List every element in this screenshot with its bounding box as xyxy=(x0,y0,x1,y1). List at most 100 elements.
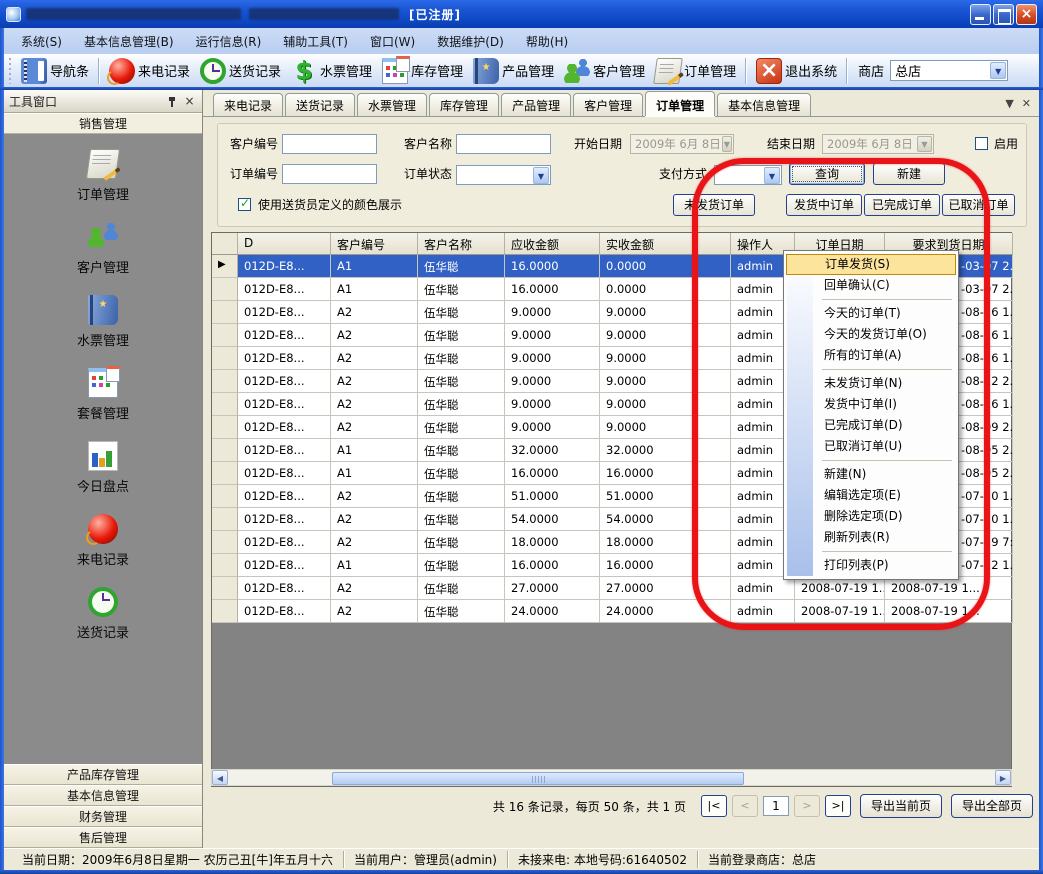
row-selector-cell[interactable] xyxy=(212,508,238,531)
menu-bar-item[interactable]: 系统(S) xyxy=(10,29,73,54)
document-tab[interactable]: 送货记录 xyxy=(285,93,355,116)
sidebar-item[interactable]: 客户管理 xyxy=(77,222,129,276)
row-selector-cell[interactable] xyxy=(212,255,238,278)
document-tab[interactable]: 基本信息管理 xyxy=(717,93,811,116)
tab-close-icon[interactable]: ✕ xyxy=(1022,97,1031,111)
menu-bar-item[interactable]: 辅助工具(T) xyxy=(272,29,359,54)
customer-name-input[interactable] xyxy=(456,134,551,154)
document-tab[interactable]: 水票管理 xyxy=(357,93,427,116)
toolbar-button[interactable]: 来电记录 xyxy=(104,56,195,86)
context-menu-item[interactable]: 发货中订单(I) xyxy=(786,394,956,415)
row-selector-cell[interactable] xyxy=(212,577,238,600)
menu-bar-item[interactable]: 窗口(W) xyxy=(359,29,426,54)
row-selector-cell[interactable] xyxy=(212,324,238,347)
row-selector-cell[interactable] xyxy=(212,600,238,623)
toolbar-button[interactable]: 产品管理 xyxy=(468,56,559,86)
context-menu-item[interactable]: 打印列表(P) xyxy=(786,555,956,576)
menu-bar-item[interactable]: 运行信息(R) xyxy=(185,29,273,54)
toolbar-button[interactable]: 库存管理 xyxy=(377,56,468,86)
table-corner-cell[interactable] xyxy=(212,233,238,255)
document-tab[interactable]: 产品管理 xyxy=(501,93,571,116)
row-selector-cell[interactable] xyxy=(212,393,238,416)
menu-bar-item[interactable]: 数据维护(D) xyxy=(426,29,515,54)
sidebar-group-bar[interactable]: 财务管理 xyxy=(4,806,202,827)
column-header[interactable]: 实收金额 xyxy=(600,233,731,255)
order-code-input[interactable] xyxy=(282,164,377,184)
tab-list-dropdown-icon[interactable]: ▼ xyxy=(1005,97,1013,111)
toolbar-button[interactable]: 水票管理 xyxy=(286,56,377,86)
context-menu-item[interactable] xyxy=(786,548,956,555)
document-tab[interactable]: 订单管理 xyxy=(645,91,715,116)
table-row[interactable]: 012D-E8... A2 伍华聪 24.0000 24.0000 admin … xyxy=(212,600,1011,623)
context-menu-item[interactable]: 刷新列表(R) xyxy=(786,527,956,548)
sidebar-item[interactable]: 订单管理 xyxy=(77,149,129,203)
toolbar-button[interactable]: 客户管理 xyxy=(559,56,650,86)
new-button[interactable]: 新建 xyxy=(873,163,945,185)
column-header[interactable]: 应收金额 xyxy=(505,233,600,255)
menu-bar-item[interactable]: 帮助(H) xyxy=(515,29,579,54)
enable-checkbox[interactable] xyxy=(975,137,988,150)
minimize-icon[interactable] xyxy=(970,4,991,25)
sidebar-item[interactable]: 今日盘点 xyxy=(77,441,129,495)
toolbar-button[interactable] xyxy=(745,58,747,84)
export-all-pages-button[interactable]: 导出全部页 xyxy=(951,794,1033,818)
row-selector-cell[interactable] xyxy=(212,278,238,301)
row-selector-cell[interactable] xyxy=(212,301,238,324)
sidebar-group-bar[interactable]: 售后管理 xyxy=(4,827,202,848)
table-row[interactable]: 012D-E8... A2 伍华聪 27.0000 27.0000 admin … xyxy=(212,577,1011,600)
row-selector-cell[interactable] xyxy=(212,347,238,370)
toolbar-button[interactable]: 订单管理 xyxy=(650,56,741,86)
column-header[interactable]: D xyxy=(238,233,331,255)
query-button[interactable]: 查询 xyxy=(789,163,865,185)
close-icon[interactable]: × xyxy=(1016,4,1037,25)
export-current-page-button[interactable]: 导出当前页 xyxy=(860,794,942,818)
context-menu-item[interactable]: 编辑选定项(E) xyxy=(786,485,956,506)
context-menu-item[interactable] xyxy=(786,457,956,464)
row-selector-cell[interactable] xyxy=(212,462,238,485)
horizontal-scrollbar[interactable]: ◀ ▶ xyxy=(211,769,1012,786)
context-menu-item[interactable]: 今天的发货订单(O) xyxy=(786,324,956,345)
toolbar-button[interactable]: 导航条 xyxy=(16,56,94,86)
row-selector-cell[interactable] xyxy=(212,531,238,554)
document-tab[interactable]: 来电记录 xyxy=(213,93,283,116)
delivery-color-checkbox[interactable] xyxy=(238,198,251,211)
last-page-button[interactable]: >| xyxy=(825,795,851,817)
context-menu-item[interactable]: 删除选定项(D) xyxy=(786,506,956,527)
scroll-left-icon[interactable]: ◀ xyxy=(212,770,228,785)
toolbar-button[interactable] xyxy=(98,58,100,84)
column-header[interactable]: 客户名称 xyxy=(418,233,505,255)
row-selector-cell[interactable] xyxy=(212,439,238,462)
quick-filter-button[interactable]: 发货中订单 xyxy=(786,194,862,216)
pin-icon[interactable] xyxy=(164,94,179,109)
context-menu-item[interactable]: 所有的订单(A) xyxy=(786,345,956,366)
toolbar-button[interactable] xyxy=(846,58,848,84)
row-selector-cell[interactable] xyxy=(212,554,238,577)
page-number-input[interactable] xyxy=(763,796,789,816)
toolbar-grip[interactable] xyxy=(7,58,13,84)
quick-filter-button[interactable]: 未发货订单 xyxy=(673,194,755,216)
menu-bar-item[interactable]: 基本信息管理(B) xyxy=(73,29,185,54)
context-menu-item[interactable]: 新建(N) xyxy=(786,464,956,485)
start-date-picker[interactable]: 2009年 6月 8日 ▼ xyxy=(630,134,734,154)
toolbar-button[interactable]: 送货记录 xyxy=(195,56,286,86)
customer-code-input[interactable] xyxy=(282,134,377,154)
toolbar-button[interactable]: 退出系统 xyxy=(751,56,842,86)
first-page-button[interactable]: |< xyxy=(701,795,727,817)
shop-select[interactable]: 总店 ▼ xyxy=(890,60,1008,81)
document-tab[interactable]: 库存管理 xyxy=(429,93,499,116)
quick-filter-button[interactable]: 已取消订单 xyxy=(942,194,1015,216)
sidebar-group-bar[interactable]: 产品库存管理 xyxy=(4,764,202,785)
sidebar-group-bar[interactable]: 基本信息管理 xyxy=(4,785,202,806)
row-selector-cell[interactable] xyxy=(212,485,238,508)
scroll-right-icon[interactable]: ▶ xyxy=(995,770,1011,785)
close-icon[interactable]: × xyxy=(182,94,197,109)
context-menu-item[interactable]: 已完成订单(D) xyxy=(786,415,956,436)
quick-filter-button[interactable]: 已完成订单 xyxy=(864,194,940,216)
context-menu-item[interactable]: 回单确认(C) xyxy=(786,275,956,296)
context-menu-item[interactable]: 订单发货(S) xyxy=(786,254,956,275)
context-menu-item[interactable]: 今天的订单(T) xyxy=(786,303,956,324)
pay-method-select[interactable]: ▼ xyxy=(714,164,782,184)
document-tab[interactable]: 客户管理 xyxy=(573,93,643,116)
sidebar-section-header[interactable]: 销售管理 xyxy=(4,113,202,134)
sidebar-item[interactable]: 来电记录 xyxy=(77,514,129,568)
